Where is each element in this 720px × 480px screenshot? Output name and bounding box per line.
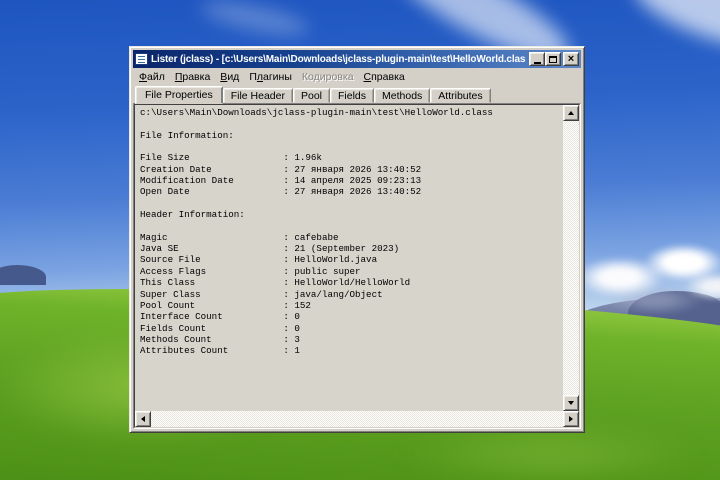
maximize-icon — [549, 55, 557, 63]
tab-pool[interactable]: Pool — [292, 88, 330, 103]
maximize-button[interactable] — [545, 52, 561, 66]
scroll-down-button[interactable] — [563, 395, 579, 411]
scroll-up-icon — [568, 108, 574, 115]
scroll-left-icon — [138, 416, 145, 422]
lister-window: Lister (jclass) - [c:\Users\Main\Downloa… — [129, 46, 585, 433]
cumulus-clouds — [575, 240, 720, 315]
menu-plugins[interactable]: Плагины — [244, 69, 297, 85]
minimize-icon — [533, 61, 541, 64]
distant-hill — [0, 265, 46, 285]
scroll-right-button[interactable] — [563, 411, 579, 427]
scroll-right-icon — [569, 416, 576, 422]
menu-encoding: Кодировка — [301, 70, 354, 83]
horizontal-scrollbar[interactable] — [135, 411, 579, 427]
menu-bar: Файл Правка Вид Плагины Кодировка Справк… — [133, 68, 581, 85]
lister-window-icon[interactable] — [135, 53, 148, 65]
viewer-text: c:\Users\Main\Downloads\jclass-plugin-ma… — [140, 107, 493, 357]
tab-file-header[interactable]: File Header — [222, 88, 293, 103]
desktop-wallpaper-bliss: Lister (jclass) - [c:\Users\Main\Downloa… — [0, 0, 720, 480]
cloud-wisp — [198, 0, 312, 42]
tab-file-properties[interactable]: File Properties — [135, 86, 223, 104]
close-icon: × — [567, 53, 575, 65]
tab-fields[interactable]: Fields — [330, 88, 375, 103]
minimize-button[interactable] — [529, 52, 545, 66]
close-button[interactable]: × — [563, 52, 579, 66]
cloud-wisp — [625, 0, 720, 63]
menu-view[interactable]: Вид — [215, 69, 244, 85]
title-bar[interactable]: Lister (jclass) - [c:\Users\Main\Downloa… — [133, 50, 581, 68]
vertical-scrollbar[interactable] — [563, 105, 579, 411]
menu-edit[interactable]: Правка — [170, 69, 215, 85]
scroll-up-button[interactable] — [563, 105, 579, 121]
menu-help[interactable]: Справка — [359, 69, 410, 85]
tab-strip: File Properties File Header Pool Fields … — [133, 85, 581, 104]
tab-methods[interactable]: Methods — [374, 88, 431, 103]
menu-file[interactable]: Файл — [134, 69, 170, 85]
file-properties-view[interactable]: c:\Users\Main\Downloads\jclass-plugin-ma… — [135, 105, 563, 411]
window-title: Lister (jclass) - [c:\Users\Main\Downloa… — [151, 53, 526, 65]
tab-attributes[interactable]: Attributes — [430, 88, 491, 103]
window-controls: × — [529, 52, 579, 66]
scroll-left-button[interactable] — [135, 411, 151, 427]
content-frame: c:\Users\Main\Downloads\jclass-plugin-ma… — [133, 103, 581, 429]
content-pane: c:\Users\Main\Downloads\jclass-plugin-ma… — [134, 104, 580, 428]
scroll-down-icon — [568, 401, 574, 408]
